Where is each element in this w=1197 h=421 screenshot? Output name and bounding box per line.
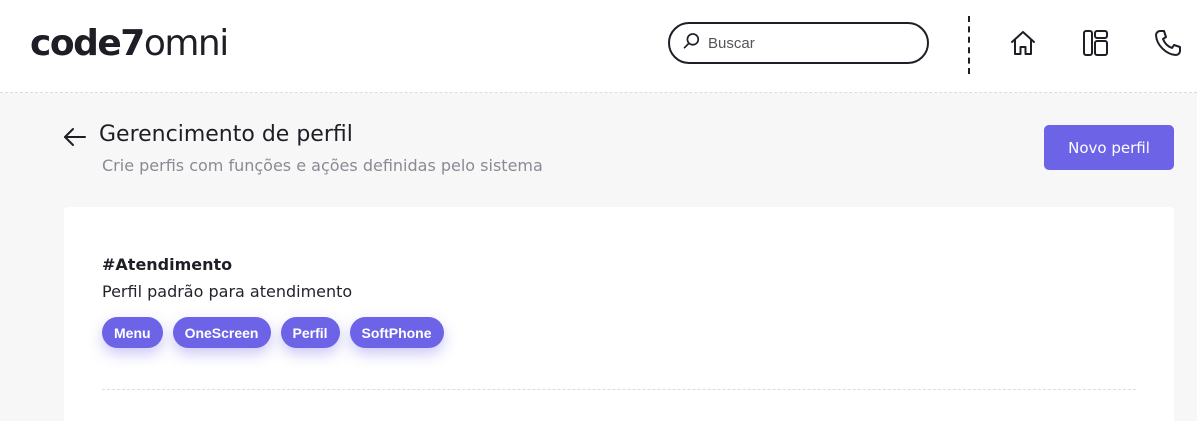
header-divider — [968, 16, 970, 74]
card-divider — [102, 389, 1136, 390]
tag-menu: Menu — [102, 317, 163, 348]
home-icon[interactable] — [1008, 28, 1038, 58]
logo-light-text: omni — [143, 23, 229, 64]
tag-softphone: SoftPhone — [349, 317, 444, 348]
page-subtitle: Crie perfis com funções e ações definida… — [102, 156, 543, 175]
logo-bold-text: code7 — [30, 23, 145, 64]
tag-onescreen: OneScreen — [172, 317, 271, 348]
back-arrow-icon[interactable] — [62, 124, 88, 150]
app-logo[interactable]: code7omni — [30, 22, 229, 66]
profile-card[interactable]: #Atendimento Perfil padrão para atendime… — [64, 207, 1174, 421]
profile-description: Perfil padrão para atendimento — [102, 282, 353, 301]
profile-tags: Menu OneScreen Perfil SoftPhone — [102, 317, 444, 348]
page-title: Gerencimento de perfil — [99, 122, 353, 147]
top-header: code7omni — [0, 0, 1197, 93]
search-icon — [682, 31, 702, 55]
tag-perfil: Perfil — [280, 317, 340, 348]
profile-name: #Atendimento — [102, 255, 233, 274]
search-box[interactable] — [668, 22, 929, 64]
phone-icon[interactable] — [1153, 28, 1183, 58]
search-input[interactable] — [708, 34, 908, 52]
layout-icon[interactable] — [1081, 28, 1111, 58]
new-profile-button[interactable]: Novo perfil — [1044, 125, 1174, 170]
